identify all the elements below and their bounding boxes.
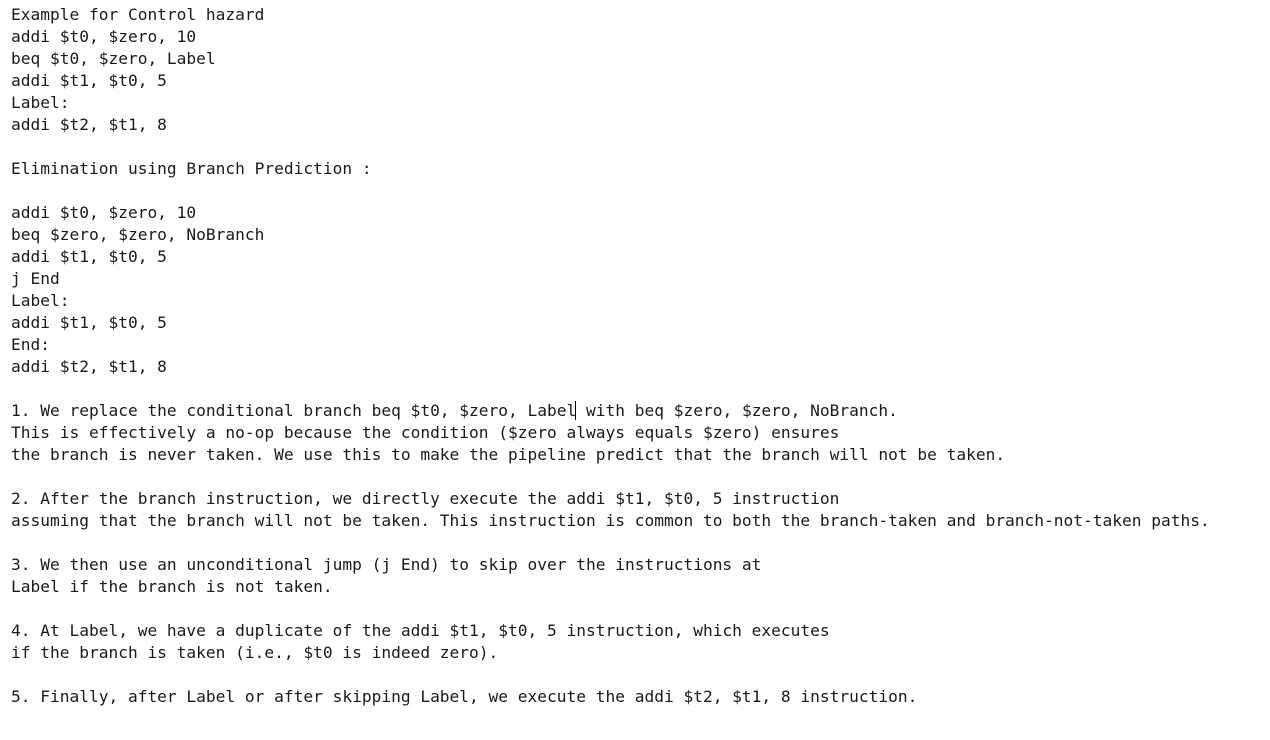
text-line: addi $t2, $t1, 8	[11, 115, 167, 134]
text-line: if the branch is taken (i.e., $t0 is ind…	[11, 643, 499, 662]
text-line: addi $t2, $t1, 8	[11, 357, 167, 376]
text-line	[11, 378, 1270, 400]
text-line: Label:	[11, 93, 70, 112]
text-line	[11, 598, 1270, 620]
text-line: addi $t1, $t0, 5	[11, 313, 167, 332]
text-line: the branch is never taken. We use this t…	[11, 445, 1006, 464]
text-line	[11, 532, 1270, 554]
line-text-before-caret: 1. We replace the conditional branch beq…	[11, 401, 577, 420]
text-line: assuming that the branch will not be tak…	[11, 511, 1210, 530]
text-line: addi $t0, $zero, 10	[11, 203, 197, 222]
text-line	[11, 180, 1270, 202]
text-line: beq $zero, $zero, NoBranch	[11, 225, 265, 244]
line-text-after-caret: with beq $zero, $zero, NoBranch.	[576, 401, 898, 420]
text-line: 3. We then use an unconditional jump (j …	[11, 555, 762, 574]
text-line: End:	[11, 335, 50, 354]
text-line: This is effectively a no-op because the …	[11, 423, 840, 442]
text-line: Label:	[11, 291, 70, 310]
text-line-with-caret: 1. We replace the conditional branch beq…	[11, 400, 1270, 422]
text-line: Label if the branch is not taken.	[11, 577, 333, 596]
text-line: addi $t0, $zero, 10	[11, 27, 197, 46]
text-line: 5. Finally, after Label or after skippin…	[11, 687, 918, 706]
text-line: Example for Control hazard	[11, 5, 265, 24]
text-line: 4. At Label, we have a duplicate of the …	[11, 621, 830, 640]
text-line: addi $t1, $t0, 5	[11, 247, 167, 266]
text-line	[11, 466, 1270, 488]
text-line	[11, 136, 1270, 158]
text-line: addi $t1, $t0, 5	[11, 71, 167, 90]
text-line: 2. After the branch instruction, we dire…	[11, 489, 840, 508]
text-editor-area[interactable]: Example for Control hazard addi $t0, $ze…	[11, 4, 1270, 740]
text-line: Elimination using Branch Prediction :	[11, 159, 372, 178]
text-line: j End	[11, 269, 60, 288]
text-line	[11, 664, 1270, 686]
text-line: beq $t0, $zero, Label	[11, 49, 216, 68]
